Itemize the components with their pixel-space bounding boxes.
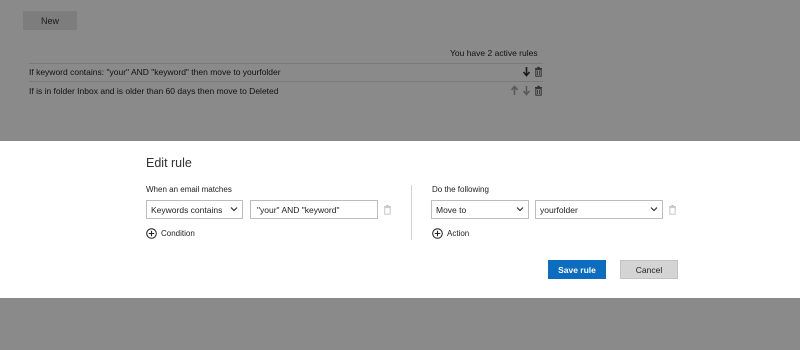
- plus-circle-icon: [146, 228, 157, 239]
- rule-description: If keyword contains: "your" AND "keyword…: [29, 67, 281, 77]
- cancel-button[interactable]: Cancel: [620, 260, 678, 279]
- save-rule-button[interactable]: Save rule: [548, 260, 606, 279]
- add-condition-label: Condition: [161, 229, 195, 238]
- action-type-select[interactable]: Move to: [431, 200, 529, 219]
- dialog-title: Edit rule: [146, 156, 192, 170]
- add-action-button[interactable]: Action: [432, 228, 469, 239]
- plus-circle-icon: [432, 228, 443, 239]
- edit-rule-dialog: Edit rule When an email matches Keywords…: [0, 141, 800, 298]
- condition-type-value: Keywords contains: [151, 205, 223, 215]
- add-action-label: Action: [447, 229, 470, 238]
- condition-type-select[interactable]: Keywords contains: [146, 200, 243, 219]
- trash-icon[interactable]: [534, 85, 543, 96]
- trash-icon[interactable]: [668, 204, 677, 215]
- action-section-label: Do the following: [432, 185, 489, 194]
- chevron-down-icon: [230, 204, 238, 214]
- chevron-down-icon: [650, 204, 658, 214]
- condition-section-label: When an email matches: [146, 185, 232, 194]
- chevron-down-icon: [516, 204, 524, 214]
- arrow-up-icon[interactable]: [510, 85, 519, 96]
- arrow-down-icon[interactable]: [522, 66, 531, 77]
- rule-row[interactable]: If keyword contains: "your" AND "keyword…: [29, 63, 543, 82]
- arrow-down-icon[interactable]: [522, 85, 531, 96]
- trash-icon[interactable]: [383, 204, 392, 215]
- rule-actions: [522, 66, 543, 77]
- new-rule-button[interactable]: New: [23, 11, 77, 30]
- add-condition-button[interactable]: Condition: [146, 228, 195, 239]
- rule-description: If is in folder Inbox and is older than …: [29, 86, 279, 96]
- action-type-value: Move to: [436, 205, 467, 215]
- condition-value-text: "your" AND "keyword": [257, 205, 340, 215]
- trash-icon[interactable]: [534, 66, 543, 77]
- action-target-select[interactable]: yourfolder: [535, 200, 663, 219]
- rule-row[interactable]: If is in folder Inbox and is older than …: [29, 83, 543, 99]
- action-target-value: yourfolder: [540, 205, 578, 215]
- rule-actions: [510, 85, 543, 96]
- section-divider: [411, 185, 412, 240]
- active-rules-count: You have 2 active rules: [450, 48, 538, 58]
- condition-value-input[interactable]: "your" AND "keyword": [250, 200, 378, 219]
